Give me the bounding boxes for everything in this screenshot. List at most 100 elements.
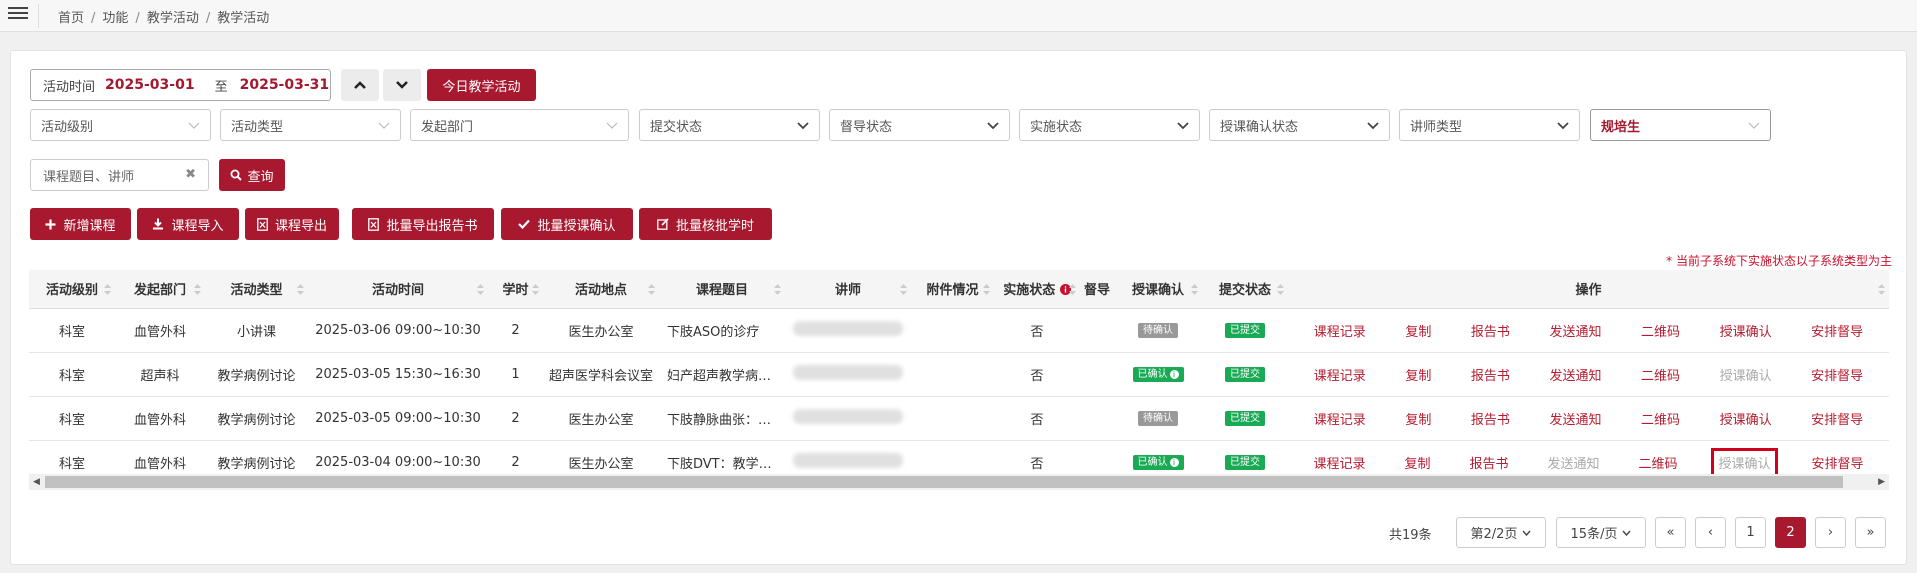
chevron-down-icon xyxy=(378,122,390,129)
cell-supervision xyxy=(1080,352,1114,397)
keyword-input[interactable]: 课程题目、讲师 ✖ xyxy=(30,159,209,191)
op-copy[interactable]: 复制 xyxy=(1405,365,1431,384)
op-teaching-confirm[interactable]: 授课确认 xyxy=(1720,321,1772,340)
select-activity-type[interactable]: 活动类型 xyxy=(220,109,401,141)
op-qrcode[interactable]: 二维码 xyxy=(1638,453,1677,472)
page-size-select[interactable]: 15条/页 xyxy=(1556,517,1646,548)
select-supervision-status[interactable]: 督导状态 xyxy=(829,109,1010,141)
select-student-type[interactable]: 规培生 xyxy=(1590,109,1771,141)
chevron-down-icon xyxy=(1367,122,1379,130)
date-end[interactable]: 2025-03-31 xyxy=(240,77,330,93)
date-range-picker[interactable]: 活动时间 2025-03-01 至 2025-03-31 xyxy=(30,69,331,101)
col-header-place[interactable]: 活动地点 xyxy=(543,270,659,309)
batch-export-report-button[interactable]: 批量导出报告书 xyxy=(352,208,494,240)
first-page-button[interactable]: « xyxy=(1655,517,1686,548)
next-page-button[interactable]: › xyxy=(1815,517,1846,548)
batch-export-report-label: 批量导出报告书 xyxy=(386,218,478,234)
page-2-button[interactable]: 2 xyxy=(1775,517,1806,548)
op-qrcode[interactable]: 二维码 xyxy=(1641,365,1680,384)
col-header-dept[interactable]: 发起部门 xyxy=(115,270,205,309)
scroll-right-icon[interactable]: ▶ xyxy=(1878,477,1885,487)
op-teaching-confirm: 授课确认 xyxy=(1711,447,1778,477)
prev-page-button[interactable]: ‹ xyxy=(1695,517,1726,548)
last-page-button[interactable]: » xyxy=(1855,517,1886,548)
op-report[interactable]: 报告书 xyxy=(1471,365,1510,384)
op-copy[interactable]: 复制 xyxy=(1405,321,1431,340)
scroll-left-icon[interactable]: ◀ xyxy=(33,477,40,487)
col-header-hours[interactable]: 学时 xyxy=(488,270,543,309)
cell-attachment xyxy=(911,396,994,441)
op-teaching-confirm[interactable]: 授课确认 xyxy=(1720,409,1772,428)
op-arrange-supervision[interactable]: 安排督导 xyxy=(1811,453,1863,472)
col-header-submit-status[interactable]: 提交状态 xyxy=(1202,270,1288,309)
import-course-button[interactable]: 课程导入 xyxy=(137,208,239,240)
op-report[interactable]: 报告书 xyxy=(1471,321,1510,340)
col-header-teaching-confirm[interactable]: 授课确认 xyxy=(1114,270,1202,309)
query-button[interactable]: 查询 xyxy=(219,159,285,191)
cell-submit-status: 已提交 xyxy=(1202,308,1288,353)
expand-filters-button[interactable] xyxy=(383,69,421,101)
cell-supervision xyxy=(1080,396,1114,441)
op-qrcode[interactable]: 二维码 xyxy=(1641,321,1680,340)
col-header-topic[interactable]: 课程题目 xyxy=(659,270,785,309)
breadcrumb-teaching[interactable]: 教学活动 xyxy=(147,11,199,26)
lecturer-blurred xyxy=(793,320,903,336)
op-report[interactable]: 报告书 xyxy=(1469,453,1508,472)
op-report[interactable]: 报告书 xyxy=(1471,409,1510,428)
date-to-label: 至 xyxy=(214,79,228,95)
op-course-record[interactable]: 课程记录 xyxy=(1314,409,1366,428)
top-bar: 首页 / 功能 / 教学活动 / 教学活动 xyxy=(0,0,1917,32)
info-icon[interactable]: i xyxy=(1169,370,1179,379)
select-activity-level[interactable]: 活动级别 xyxy=(30,109,211,141)
date-start[interactable]: 2025-03-01 xyxy=(105,77,195,93)
breadcrumb-function[interactable]: 功能 xyxy=(102,11,128,26)
select-submit-status[interactable]: 提交状态 xyxy=(639,109,820,141)
batch-teaching-confirm-button[interactable]: 批量授课确认 xyxy=(501,208,633,240)
clear-icon[interactable]: ✖ xyxy=(185,167,196,182)
op-qrcode[interactable]: 二维码 xyxy=(1641,409,1680,428)
page-select[interactable]: 第2/2页 xyxy=(1456,517,1546,548)
op-course-record[interactable]: 课程记录 xyxy=(1313,453,1365,472)
op-arrange-supervision[interactable]: 安排督导 xyxy=(1811,321,1863,340)
op-arrange-supervision[interactable]: 安排督导 xyxy=(1811,409,1863,428)
today-activities-button[interactable]: 今日教学活动 xyxy=(427,69,536,101)
op-send-notice[interactable]: 发送通知 xyxy=(1549,365,1601,384)
cell-lecturer xyxy=(785,396,911,441)
table-row: 科室 血管外科 教学病例讨论 2025-03-05 09:00~10:30 2 … xyxy=(29,396,1889,441)
select-lecturer-type[interactable]: 讲师类型 xyxy=(1399,109,1580,141)
cell-operations: 课程记录 复制 报告书 发送通知 二维码 授课确认 安排督导 xyxy=(1288,308,1889,353)
menu-icon[interactable] xyxy=(8,7,28,23)
op-send-notice[interactable]: 发送通知 xyxy=(1549,321,1601,340)
op-arrange-supervision[interactable]: 安排督导 xyxy=(1811,365,1863,384)
add-course-button[interactable]: 新增课程 xyxy=(30,208,131,240)
collapse-filters-button[interactable] xyxy=(341,69,379,101)
horizontal-scrollbar[interactable]: ◀ ▶ xyxy=(29,474,1889,490)
op-send-notice[interactable]: 发送通知 xyxy=(1549,409,1601,428)
search-icon xyxy=(230,169,243,181)
cell-attachment xyxy=(911,352,994,397)
cell-attachment xyxy=(911,308,994,353)
op-copy[interactable]: 复制 xyxy=(1405,409,1431,428)
op-course-record[interactable]: 课程记录 xyxy=(1314,321,1366,340)
chevron-up-icon xyxy=(354,81,366,89)
col-header-type[interactable]: 活动类型 xyxy=(205,270,308,309)
col-header-time[interactable]: 活动时间 xyxy=(308,270,488,309)
cell-level: 科室 xyxy=(29,308,115,353)
col-header-level[interactable]: 活动级别 xyxy=(29,270,115,309)
op-copy[interactable]: 复制 xyxy=(1404,453,1430,472)
select-department[interactable]: 发起部门 xyxy=(410,109,629,141)
batch-approve-hours-button[interactable]: 批量核批学时 xyxy=(639,208,772,240)
page-size-value: 15条/页 xyxy=(1570,527,1618,542)
col-header-attachment[interactable]: 附件情况 xyxy=(911,270,994,309)
col-header-impl-status[interactable]: 实施状态 xyxy=(994,270,1080,309)
scrollbar-thumb[interactable] xyxy=(45,476,1843,488)
select-teaching-confirm-status[interactable]: 授课确认状态 xyxy=(1209,109,1390,141)
page-1-button[interactable]: 1 xyxy=(1735,517,1766,548)
export-course-button[interactable]: 课程导出 xyxy=(245,208,339,240)
op-course-record[interactable]: 课程记录 xyxy=(1314,365,1366,384)
col-header-lecturer[interactable]: 讲师 xyxy=(785,270,911,309)
cell-time: 2025-03-05 09:00~10:30 xyxy=(308,396,488,441)
select-implementation-status[interactable]: 实施状态 xyxy=(1019,109,1200,141)
info-icon[interactable]: i xyxy=(1169,458,1179,467)
breadcrumb-home[interactable]: 首页 xyxy=(58,11,84,26)
